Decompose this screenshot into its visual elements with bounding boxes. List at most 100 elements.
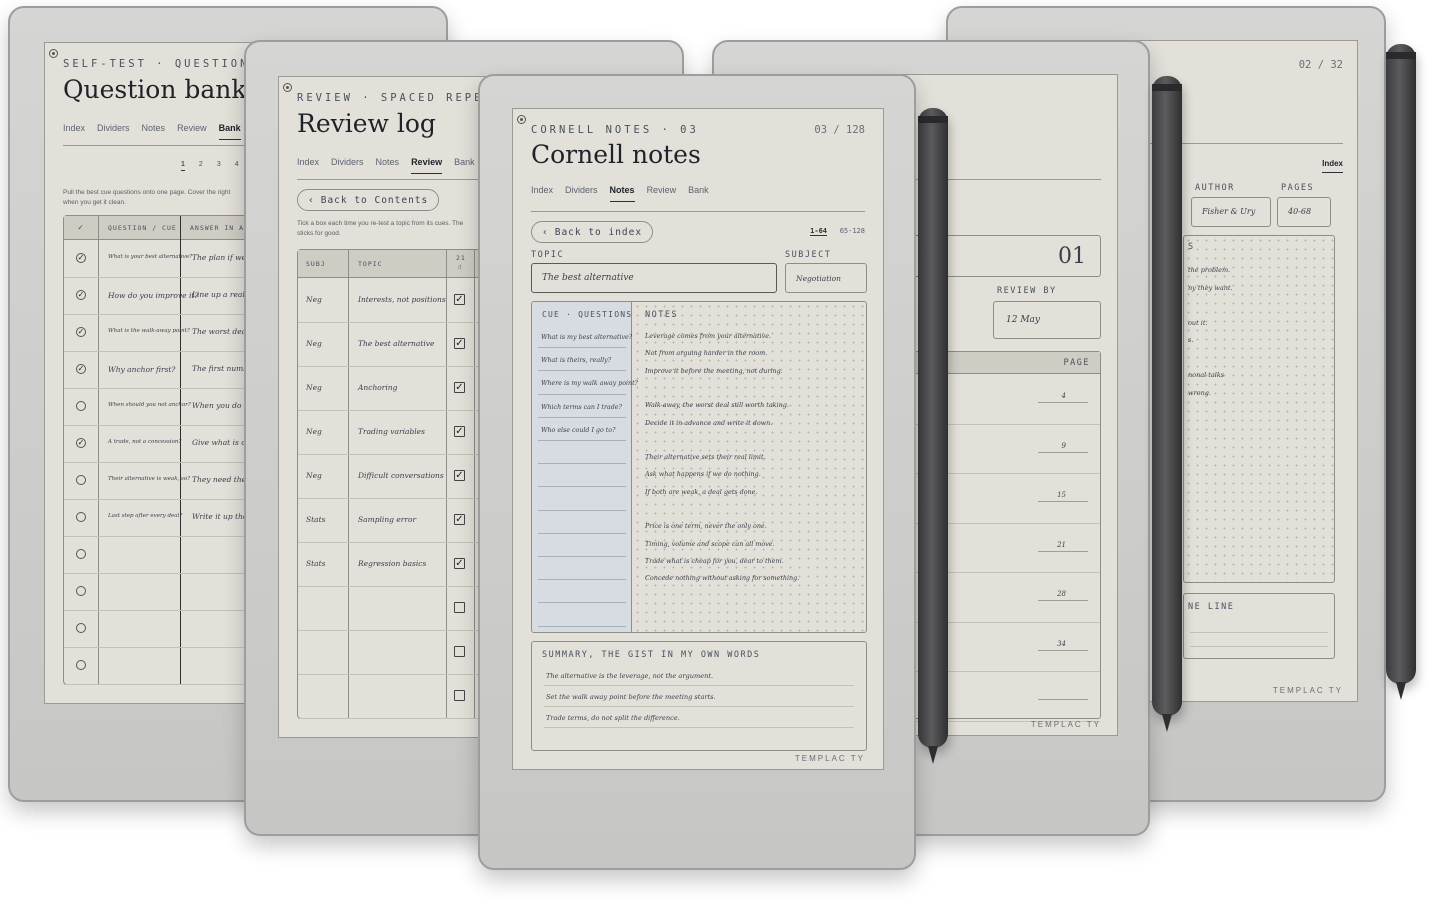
page-underline [1038,649,1088,651]
back-to-index-button[interactable]: ‹ Back to index [531,221,654,243]
note-line: Concede nothing without asking for somet… [645,574,800,583]
one-line-box[interactable]: NE LINE [1183,593,1335,659]
done-radio[interactable] [76,586,86,596]
pager-4[interactable]: 4 [235,161,239,171]
tab-index[interactable]: Index [1322,159,1343,173]
review-checkbox[interactable] [454,646,465,657]
review-checkbox[interactable]: ✓ [454,558,465,569]
question-text: What is the walk-away point? [108,328,190,334]
done-radio[interactable]: ✓ [76,327,86,337]
note-line: Not from arguing harder in the room. [645,349,768,358]
stylus [918,108,948,764]
page-ref[interactable]: 4 [1062,392,1066,400]
intro-text: Tick a box each time you re-test a topic… [297,220,464,227]
notes-area[interactable]: S the problem. ny they want. out it. s. nona… [1183,235,1335,583]
tab-bar: Index Dividers Notes Review Bank [63,123,241,140]
col-divider [98,216,99,684]
summary-rule [544,706,854,707]
review-checkbox[interactable]: ✓ [454,426,465,437]
one-line-label: NE LINE [1188,602,1235,612]
cue-column[interactable] [532,302,632,632]
col-page: PAGE [1063,358,1090,368]
page-ref[interactable]: 15 [1057,491,1066,499]
topic-field[interactable]: The best alternative [531,263,777,293]
tab-notes[interactable]: Notes [609,185,635,202]
cue-line [538,347,626,349]
menu-ring-icon[interactable] [283,83,292,92]
cue-question: Where is my walk away point? [541,380,638,388]
tab-bank[interactable]: Bank [218,123,241,140]
topic-cell: The best alternative [358,339,435,348]
subject-value: Negotiation [796,274,841,283]
done-radio[interactable] [76,623,86,633]
stylus [1152,76,1182,732]
intro-text-2: sticks for good. [297,230,341,237]
tab-index[interactable]: Index [297,157,319,174]
review-by-value: 12 May [1006,315,1040,325]
tab-index[interactable]: Index [63,123,85,140]
done-radio[interactable] [76,512,86,522]
author-label: AUTHOR [1195,183,1235,193]
subject-field[interactable]: Negotiation [785,263,867,293]
review-checkbox[interactable]: ✓ [454,294,465,305]
intro-text-2: when you get it clean. [63,199,126,206]
col-divider [180,216,181,684]
menu-ring-icon[interactable] [517,115,526,124]
review-checkbox[interactable] [454,602,465,613]
subject-cell: Neg [306,471,322,480]
tab-dividers[interactable]: Dividers [331,157,364,174]
author-field[interactable]: Fisher & Ury [1191,197,1271,227]
tab-bar: Index Dividers Notes Review Bank [531,185,709,202]
done-radio[interactable]: ✓ [76,290,86,300]
pages-label: PAGES [1281,183,1315,193]
done-radio[interactable]: ✓ [76,364,86,374]
cue-line [538,625,626,627]
pager-1[interactable]: 1 [181,161,185,171]
done-radio[interactable] [76,549,86,559]
cue-line [538,486,626,488]
done-radio[interactable] [76,660,86,670]
range-1-64[interactable]: 1-64 [810,227,827,236]
review-checkbox[interactable]: ✓ [454,470,465,481]
review-by-field[interactable]: 12 May [993,301,1101,339]
page-ref[interactable]: 34 [1057,640,1066,648]
page-ref[interactable]: 28 [1057,590,1066,598]
section-letter: S [1188,242,1195,252]
page-ref[interactable]: 9 [1062,442,1066,450]
tab-review[interactable]: Review [177,123,207,140]
page-ref[interactable]: 21 [1057,541,1066,549]
tab-notes[interactable]: Notes [376,157,400,174]
done-radio[interactable]: ✓ [76,438,86,448]
subject-cell: Stats [306,515,326,524]
page-underline [1038,699,1088,700]
pager-2[interactable]: 2 [199,161,203,171]
tab-notes[interactable]: Notes [142,123,166,140]
review-checkbox[interactable]: ✓ [454,338,465,349]
pager-3[interactable]: 3 [217,161,221,171]
cue-line [538,509,626,511]
done-radio[interactable] [76,475,86,485]
summary-box[interactable]: SUMMARY, THE GIST IN MY OWN WORDS The al… [531,641,867,751]
tab-review[interactable]: Review [411,157,443,174]
tab-dividers[interactable]: Dividers [97,123,130,140]
pages-field[interactable]: 40-68 [1277,197,1331,227]
source-note-line: ny they want. [1188,283,1233,292]
tab-dividers[interactable]: Dividers [565,185,598,202]
done-radio[interactable]: ✓ [76,253,86,263]
tab-bank[interactable]: Bank [454,157,475,174]
notes-label: NOTES [645,310,679,320]
menu-ring-icon[interactable] [49,49,58,58]
tab-index[interactable]: Index [531,185,553,202]
topic-label: TOPIC [531,250,565,260]
review-checkbox[interactable]: ✓ [454,514,465,525]
note-line: Price is one term, never the only one. [645,522,767,531]
tab-review[interactable]: Review [647,185,677,202]
done-radio[interactable] [76,401,86,411]
col-divider [446,250,447,718]
page-underline [1038,451,1088,453]
back-to-contents-button[interactable]: ‹ Back to Contents [297,189,440,211]
range-65-128[interactable]: 65-128 [840,227,865,235]
review-checkbox[interactable]: ✓ [454,382,465,393]
tab-bank[interactable]: Bank [688,185,709,202]
review-checkbox[interactable] [454,690,465,701]
